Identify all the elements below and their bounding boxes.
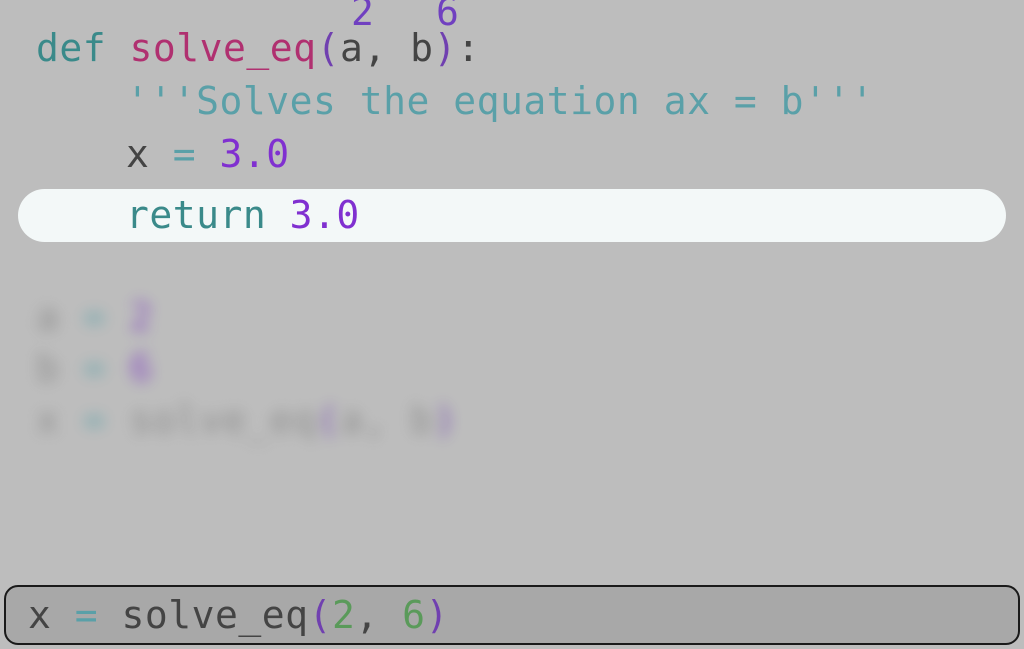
docstring: '''Solves the equation ax = b''' — [126, 79, 874, 123]
exec-op: = — [51, 593, 121, 637]
current-execution-bar: x = solve_eq(2, 6) — [4, 585, 1020, 645]
blurred-code: a = 2 b = 6 x = solve_eq(a, b) — [0, 292, 1024, 446]
exec-arg2: 6 — [402, 593, 425, 637]
var-x: x — [126, 132, 149, 176]
exec-var: x — [28, 593, 51, 637]
op-eq: = — [149, 132, 219, 176]
code-editor: 2 6 def solve_eq(a, b): '''Solves the eq… — [0, 0, 1024, 242]
blurred-line-2: b = 6 — [36, 343, 1024, 394]
param-a: a — [340, 26, 363, 70]
num-val: 3.0 — [220, 132, 290, 176]
comma: , — [363, 26, 410, 70]
blurred-line-1: a = 2 — [36, 292, 1024, 343]
function-name: solve_eq — [130, 26, 317, 70]
code-line-def: def solve_eq(a, b): — [0, 22, 1024, 75]
keyword-return: return — [126, 193, 290, 237]
return-val: 3.0 — [290, 193, 360, 237]
lparen: ( — [317, 26, 340, 70]
exec-rparen: ) — [426, 593, 449, 637]
rparen: ) — [434, 26, 457, 70]
exec-comma: , — [355, 593, 402, 637]
exec-arg1: 2 — [332, 593, 355, 637]
code-line-assign: x = 3.0 — [0, 128, 1024, 181]
keyword-def: def — [36, 26, 106, 70]
exec-fn: solve_eq — [122, 593, 309, 637]
code-line-return-highlighted: return 3.0 — [18, 189, 1006, 242]
code-line-docstring: '''Solves the equation ax = b''' — [0, 75, 1024, 128]
exec-lparen: ( — [309, 593, 332, 637]
param-b: b — [410, 26, 433, 70]
colon: : — [457, 26, 480, 70]
blurred-line-3: x = solve_eq(a, b) — [36, 395, 1024, 446]
